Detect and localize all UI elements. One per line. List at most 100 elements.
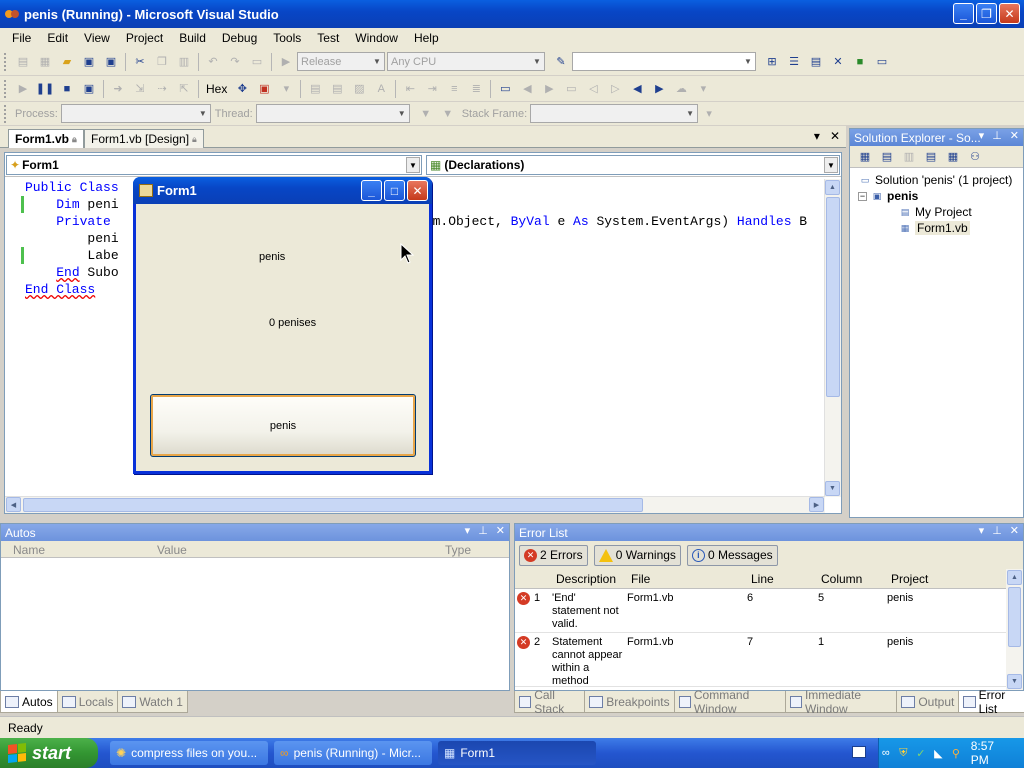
next-bookmark-icon[interactable]: ▶ <box>541 81 557 97</box>
command-window-icon[interactable]: ▭ <box>874 54 890 70</box>
menu-window[interactable]: Window <box>347 31 406 45</box>
properties-icon[interactable]: ▦ <box>857 149 873 165</box>
class-name-combo[interactable]: ✦ Form1 ▼ <box>6 155 422 175</box>
form1-title-bar[interactable]: Form1 _ □ ✕ <box>133 177 432 204</box>
menu-project[interactable]: Project <box>118 31 171 45</box>
bookmark-prev-doc-icon[interactable]: ◀ <box>629 81 645 97</box>
active-files-dropdown-icon[interactable]: ▾ <box>814 129 820 143</box>
dropdown-arrow-icon[interactable]: ▾ <box>278 81 294 97</box>
menu-edit[interactable]: Edit <box>39 31 76 45</box>
filter-icon[interactable]: ▼ <box>418 106 434 122</box>
save-icon[interactable]: ▣ <box>81 54 97 70</box>
properties-icon[interactable]: ☰ <box>786 54 802 70</box>
column-header-type[interactable]: Type <box>445 543 471 557</box>
column-header-line[interactable]: Line <box>751 572 774 586</box>
error-list-scrollbar[interactable]: ▲ ▼ <box>1006 569 1023 690</box>
start-button[interactable]: start <box>0 738 98 768</box>
pin-icon[interactable]: ⊥ <box>992 129 1002 142</box>
messages-filter-button[interactable]: i 0 Messages <box>686 544 778 566</box>
close-panel-icon[interactable]: ✕ <box>1010 524 1019 537</box>
thread-combo[interactable]: ▼ <box>255 104 410 123</box>
code-text[interactable]: Public Class Dim peni Private tem.Object,… <box>25 179 807 298</box>
uncomment-icon[interactable]: ≣ <box>468 81 484 97</box>
warnings-filter-button[interactable]: 0 Warnings <box>593 544 681 566</box>
scroll-left-icon[interactable]: ◀ <box>6 497 21 512</box>
close-panel-icon[interactable]: ✕ <box>1010 129 1019 142</box>
tab-command-window[interactable]: Command Window <box>673 688 786 716</box>
save-all-icon[interactable]: ▣ <box>103 54 119 70</box>
menu-file[interactable]: File <box>4 31 39 45</box>
table-row[interactable]: ✕ 2 Statement cannot appear within a met… <box>515 633 1023 687</box>
view-designer-icon[interactable]: ▦ <box>945 149 961 165</box>
pin-icon[interactable]: ⊥ <box>992 524 1002 537</box>
find-combo[interactable]: ▼ <box>572 52 756 71</box>
stop-debugging-icon[interactable]: ■ <box>59 81 75 97</box>
view-code-icon[interactable]: ▤ <box>923 149 939 165</box>
tab-autos[interactable]: Autos <box>0 691 58 713</box>
tab-output[interactable]: Output <box>896 691 960 713</box>
window-position-icon[interactable]: ▾ <box>979 524 985 537</box>
form1-maximize-button[interactable]: □ <box>384 180 405 201</box>
tree-node-project[interactable]: − ▣ penis <box>850 188 1023 204</box>
close-panel-icon[interactable]: ✕ <box>496 524 505 537</box>
column-header-name[interactable]: Name <box>13 543 45 557</box>
scroll-thumb[interactable] <box>1008 587 1021 647</box>
window-position-icon[interactable]: ▾ <box>979 129 985 142</box>
show-all-files-icon[interactable]: ▤ <box>879 149 895 165</box>
network-icon[interactable]: ✓ <box>914 746 928 760</box>
start-debug-icon[interactable]: ▶ <box>278 54 294 70</box>
form1-window[interactable]: Form1 _ □ ✕ penis 0 penises penis <box>133 177 432 474</box>
tab-form1-vb[interactable]: Form1.vb 🔒︎ <box>8 129 84 148</box>
column-header-column[interactable]: Column <box>821 572 862 586</box>
add-item-icon[interactable]: ▦ <box>37 54 53 70</box>
tab-form1-design[interactable]: Form1.vb [Design] 🔒︎ <box>84 129 204 148</box>
new-project-icon[interactable]: ▤ <box>15 54 31 70</box>
text-editor-tool-icon[interactable]: ▨ <box>351 81 367 97</box>
find-in-files-icon[interactable]: ✎ <box>553 54 569 70</box>
continue-icon[interactable]: ▶ <box>15 81 31 97</box>
configuration-combo[interactable]: Release ▼ <box>297 52 385 71</box>
toggle-flag-icon[interactable]: ▼ <box>440 106 456 122</box>
tab-error-list[interactable]: Error List <box>958 688 1024 716</box>
restore-button[interactable]: ❐ <box>976 3 997 24</box>
scroll-up-icon[interactable]: ▲ <box>825 180 840 195</box>
show-next-statement-icon[interactable]: ➜ <box>110 81 126 97</box>
step-over-icon[interactable]: ⇢ <box>154 81 170 97</box>
step-out-icon[interactable]: ⇱ <box>176 81 192 97</box>
toolbar-grip[interactable] <box>4 79 8 98</box>
taskbar-item-browser[interactable]: ✺ compress files on you... <box>110 741 268 765</box>
form1-button[interactable]: penis <box>150 394 416 457</box>
text-editor-tool-icon[interactable]: A <box>373 81 389 97</box>
stack-frame-combo[interactable]: ▼ <box>530 104 699 123</box>
tab-immediate-window[interactable]: Immediate Window <box>784 688 898 716</box>
dropdown-arrow-icon[interactable]: ▾ <box>701 106 717 122</box>
restart-icon[interactable]: ▣ <box>81 81 97 97</box>
clear-bookmarks-icon[interactable]: ☁ <box>673 81 689 97</box>
tab-watch-1[interactable]: Watch 1 <box>117 691 188 713</box>
menu-test[interactable]: Test <box>309 31 347 45</box>
hex-button[interactable]: Hex <box>206 82 227 96</box>
errors-filter-button[interactable]: ✕ 2 Errors <box>519 544 588 566</box>
form1-close-button[interactable]: ✕ <box>407 180 428 201</box>
bookmark-next-doc-icon[interactable]: ▶ <box>651 81 667 97</box>
table-row[interactable]: ✕ 1 'End' statement not valid. Form1.vb … <box>515 589 1023 633</box>
menu-view[interactable]: View <box>76 31 118 45</box>
process-combo[interactable]: ▼ <box>60 104 211 123</box>
scroll-thumb[interactable] <box>23 498 643 512</box>
method-name-combo[interactable]: ▦ (Declarations) ▼ <box>426 155 840 175</box>
tree-node-form1-vb[interactable]: ▦ Form1.vb <box>850 220 1023 236</box>
close-document-icon[interactable]: ✕ <box>830 129 840 143</box>
platform-combo[interactable]: Any CPU ▼ <box>387 52 545 71</box>
start-page-icon[interactable]: ■ <box>852 54 868 70</box>
scroll-up-icon[interactable]: ▲ <box>1007 570 1022 585</box>
view-class-diagram-icon[interactable]: ⚇ <box>967 149 983 165</box>
scroll-right-icon[interactable]: ▶ <box>809 497 824 512</box>
search-icon[interactable]: ⚲ <box>949 746 963 760</box>
taskbar-item-form1[interactable]: ▦ Form1 <box>438 741 596 765</box>
redo-icon[interactable]: ↷ <box>227 54 243 70</box>
editor-horizontal-scrollbar[interactable]: ◀ ▶ <box>5 496 825 513</box>
column-header-file[interactable]: File <box>631 572 650 586</box>
tree-node-my-project[interactable]: ▤ My Project <box>850 204 1023 220</box>
column-header-description[interactable]: Description <box>556 572 616 586</box>
step-into-icon[interactable]: ⇲ <box>132 81 148 97</box>
